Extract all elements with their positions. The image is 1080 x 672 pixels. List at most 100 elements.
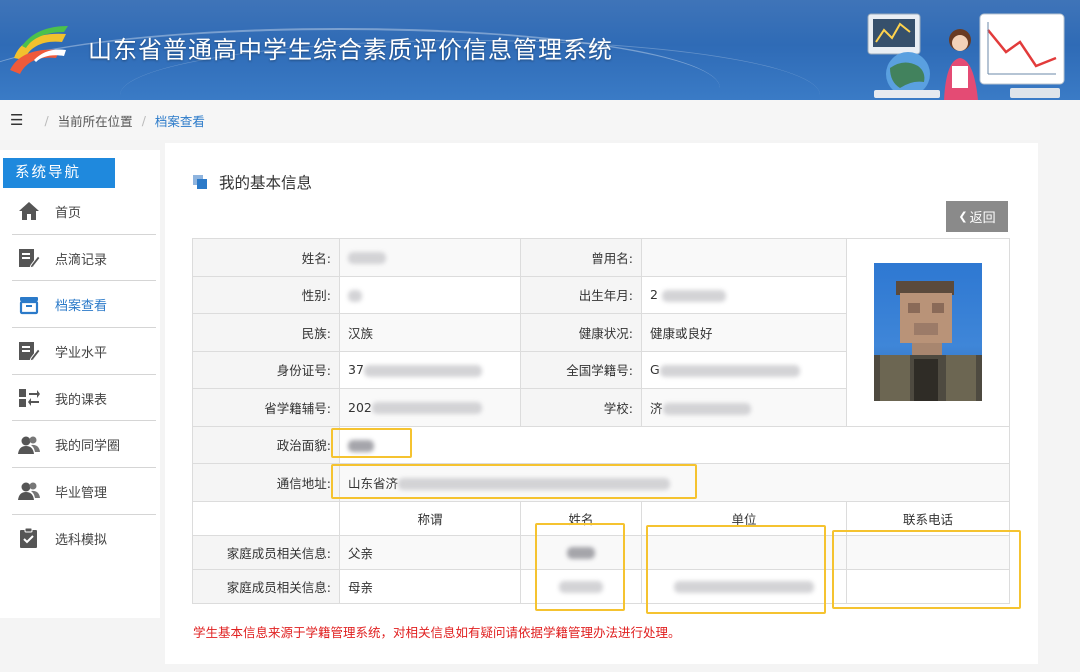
home-icon <box>16 200 42 222</box>
birth-label: 出生年月: <box>520 275 642 314</box>
former-name-label: 曾用名: <box>520 238 642 277</box>
swap-arrows-icon <box>16 387 42 409</box>
redacted-text <box>398 478 671 491</box>
sidebar-item-label: 我的课表 <box>55 392 108 408</box>
address-value: 山东省济 <box>339 463 1010 502</box>
redacted-text <box>363 364 482 377</box>
id-number-label: 身份证号: <box>192 350 340 389</box>
redacted-text <box>662 403 751 416</box>
family-col-employer: 单位 <box>641 500 847 536</box>
id-number-visible: 37 <box>348 362 364 378</box>
sidebar-item-label: 点滴记录 <box>55 252 108 268</box>
family-header-row: 称谓 姓名 单位 联系电话 <box>192 500 1010 536</box>
family-relation: 母亲 <box>339 568 521 604</box>
ethnicity-value: 汉族 <box>339 313 521 352</box>
national-no-value: G <box>641 350 847 389</box>
sidebar-item-classmates[interactable]: 我的同学圈 <box>0 421 160 468</box>
redacted-text <box>674 581 814 593</box>
redacted-text <box>348 439 374 452</box>
sidebar-item-home[interactable]: 首页 <box>0 188 160 235</box>
health-label: 健康状况: <box>520 313 642 352</box>
sidebar-item-academic-level[interactable]: 学业水平 <box>0 328 160 375</box>
address-visible: 山东省济 <box>348 475 399 491</box>
redacted-text <box>659 364 800 377</box>
student-info-table: 姓名: 曾用名: 性别: 出生年月: 2 民族: 汉族 健康状况: 健康或良好 … <box>192 238 1010 604</box>
id-number-value: 37 <box>339 350 521 389</box>
birth-value: 2 <box>641 275 847 314</box>
school-value: 济 <box>641 388 847 427</box>
sidebar-item-records[interactable]: 点滴记录 <box>0 235 160 282</box>
family-employer <box>641 534 847 570</box>
breadcrumb-current[interactable]: 档案查看 <box>155 111 205 130</box>
family-row: 家庭成员相关信息: 母亲 <box>192 568 1010 604</box>
name-value <box>339 238 521 277</box>
photo-cell <box>846 238 1010 427</box>
breadcrumb-separator: / <box>44 112 49 128</box>
back-button-label: 返回 <box>969 211 996 226</box>
breadcrumb: ☰ / 当前所在位置 / 档案查看 <box>0 100 1040 140</box>
redacted-text <box>567 547 595 559</box>
table-row: 政治面貌: <box>192 425 1010 464</box>
political-status-value <box>339 425 1010 464</box>
edit-note-icon <box>16 247 42 269</box>
family-row-label: 家庭成员相关信息: <box>192 534 340 570</box>
sidebar-item-graduation[interactable]: 毕业管理 <box>0 468 160 515</box>
former-name-value <box>641 238 847 277</box>
sidebar-title: 系统导航 <box>3 158 115 188</box>
sidebar-item-label: 毕业管理 <box>55 485 108 501</box>
info-source-note: 学生基本信息来源于学籍管理系统，对相关信息如有疑问请依据学籍管理办法进行处理。 <box>193 625 681 640</box>
gender-label: 性别: <box>192 275 340 314</box>
users-icon <box>16 434 42 456</box>
redacted-text <box>348 252 386 265</box>
sidebar-item-archive[interactable]: 档案查看 <box>0 281 160 328</box>
sidebar-item-label: 档案查看 <box>55 299 108 315</box>
sidebar-item-label: 学业水平 <box>55 345 108 361</box>
family-employer <box>641 568 847 604</box>
table-row: 通信地址: 山东省济 <box>192 463 1010 502</box>
sidebar-item-label: 首页 <box>55 205 82 221</box>
hamburger-menu-icon[interactable]: ☰ <box>10 111 23 129</box>
family-phone <box>846 568 1010 604</box>
redacted-text <box>348 289 362 302</box>
national-no-visible: G <box>650 362 660 378</box>
system-logo-icon <box>10 26 68 74</box>
breadcrumb-location-label: 当前所在位置 <box>57 113 133 129</box>
breadcrumb-separator: / <box>141 112 146 128</box>
ethnicity-label: 民族: <box>192 313 340 352</box>
school-visible: 济 <box>650 400 663 416</box>
student-photo <box>874 263 982 402</box>
top-banner: 山东省普通高中学生综合素质评价信息管理系统 <box>0 0 1080 100</box>
clipboard-check-icon <box>16 527 42 549</box>
political-status-label: 政治面貌: <box>192 425 340 464</box>
archive-box-icon <box>16 294 42 316</box>
sidebar-item-label: 选科模拟 <box>55 532 108 548</box>
family-relation: 父亲 <box>339 534 521 570</box>
family-row: 家庭成员相关信息: 父亲 <box>192 534 1010 570</box>
family-member-name <box>520 534 642 570</box>
province-no-value: 202 <box>339 388 521 427</box>
back-button[interactable]: ❮ 返回 <box>946 201 1008 232</box>
sidebar-nav: 首页 点滴记录 档案查看 学业水平 我的课表 我的同学圈 毕业管理 选科模拟 <box>0 188 160 562</box>
pixelated-portrait-icon <box>874 281 982 402</box>
sidebar-item-timetable[interactable]: 我的课表 <box>0 375 160 422</box>
family-member-name <box>520 568 642 604</box>
province-no-label: 省学籍辅号: <box>192 388 340 427</box>
family-col-name: 姓名 <box>520 500 642 536</box>
family-header-blank <box>192 500 340 536</box>
province-no-visible: 202 <box>348 399 372 415</box>
chevron-left-icon: ❮ <box>958 210 968 223</box>
family-col-phone: 联系电话 <box>846 500 1010 536</box>
health-value: 健康或良好 <box>641 313 847 352</box>
section-square-icon <box>193 175 207 189</box>
redacted-text <box>371 402 482 415</box>
sidebar-item-label: 我的同学圈 <box>55 439 121 455</box>
birth-value-visible: 2 <box>650 287 658 303</box>
gender-value <box>339 275 521 314</box>
national-no-label: 全国学籍号: <box>520 350 642 389</box>
section-title: 我的基本信息 <box>219 174 313 192</box>
table-row: 姓名: 曾用名: <box>192 238 1010 427</box>
section-header: 我的基本信息 <box>193 171 312 193</box>
family-row-label: 家庭成员相关信息: <box>192 568 340 604</box>
redacted-text <box>661 289 726 302</box>
sidebar-item-subject-selection[interactable]: 选科模拟 <box>0 515 160 562</box>
